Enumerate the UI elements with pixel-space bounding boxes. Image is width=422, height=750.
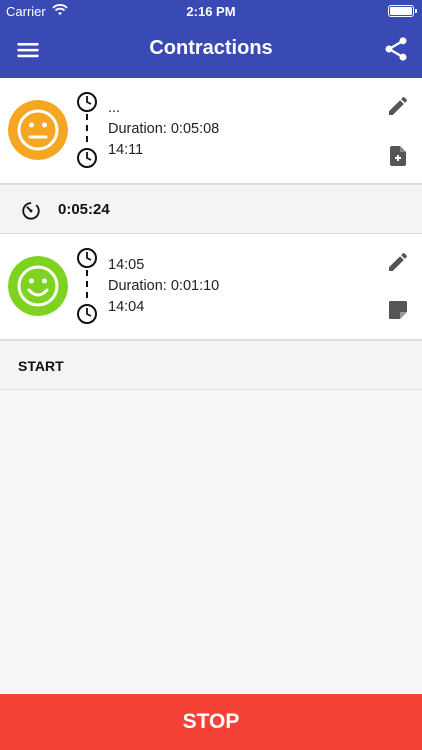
- status-bar: Carrier 2:16 PM: [0, 0, 422, 22]
- interval-row: 0:05:24: [0, 184, 422, 234]
- duration-label: Duration: 0:01:10: [108, 278, 220, 294]
- end-time: 14:04: [108, 299, 145, 315]
- stop-button[interactable]: STOP: [0, 694, 422, 750]
- neutral-face-icon: [8, 100, 68, 160]
- note-icon[interactable]: [386, 298, 410, 322]
- duration-label: Duration: 0:05:08: [108, 121, 220, 137]
- start-label: START: [18, 358, 64, 374]
- nav-bar: Contractions: [0, 22, 422, 78]
- contraction-entry[interactable]: ... Duration: 0:05:08 14:11: [0, 78, 422, 184]
- timeline-icon: [77, 92, 97, 168]
- status-time: 2:16 PM: [186, 4, 236, 19]
- interval-value: 0:05:24: [58, 201, 110, 218]
- smile-face-icon: [8, 256, 68, 316]
- edit-icon[interactable]: [386, 94, 410, 118]
- share-icon[interactable]: [382, 35, 410, 63]
- page-title: Contractions: [149, 37, 273, 59]
- battery-icon: [388, 5, 417, 17]
- timeline-icon: [77, 248, 97, 324]
- contraction-list: ... Duration: 0:05:08 14:11 0:05:24 14:0…: [0, 78, 422, 390]
- end-time: 14:11: [108, 142, 144, 158]
- add-note-icon[interactable]: [386, 144, 410, 168]
- edit-icon[interactable]: [386, 250, 410, 274]
- start-time: ...: [108, 100, 121, 116]
- timer-icon: [22, 202, 40, 220]
- start-time: 14:05: [108, 257, 145, 273]
- start-row: START: [0, 340, 422, 390]
- contraction-entry[interactable]: 14:05 Duration: 0:01:10 14:04: [0, 234, 422, 340]
